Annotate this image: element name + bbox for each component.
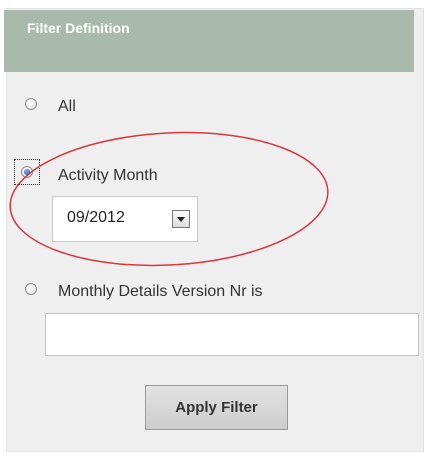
activity-month-select-value: 09/2012 bbox=[67, 209, 125, 226]
radio-activity-month[interactable] bbox=[21, 166, 33, 178]
radio-version-nr[interactable] bbox=[25, 283, 37, 295]
radio-activity-month-label: Activity Month bbox=[58, 167, 158, 184]
radio-all[interactable] bbox=[25, 98, 37, 110]
apply-filter-button[interactable]: Apply Filter bbox=[145, 385, 288, 430]
radio-version-nr-label: Monthly Details Version Nr is bbox=[58, 283, 263, 300]
activity-month-select[interactable]: 09/2012 bbox=[52, 196, 198, 242]
version-nr-input[interactable] bbox=[45, 313, 419, 356]
chevron-down-icon[interactable] bbox=[172, 210, 190, 228]
panel-title: Filter Definition bbox=[27, 20, 130, 36]
radio-all-label: All bbox=[58, 98, 76, 115]
